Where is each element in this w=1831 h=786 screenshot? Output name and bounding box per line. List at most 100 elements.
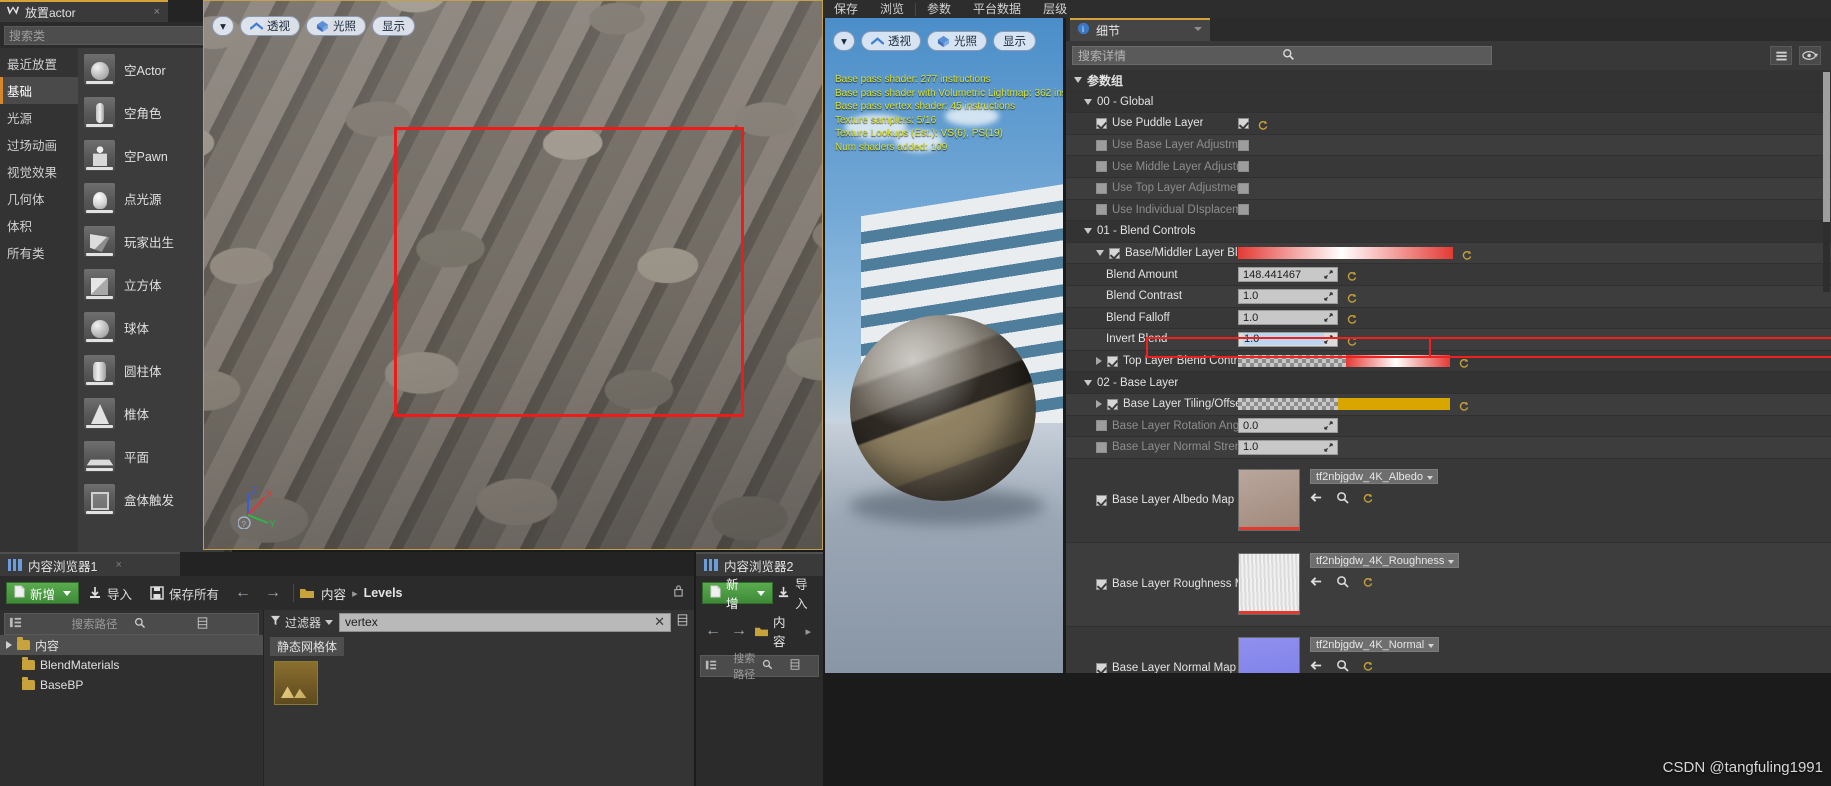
property-value-field[interactable]: 1.0 (1238, 288, 1338, 304)
reset-to-default-icon[interactable] (1362, 575, 1375, 588)
add-new-button[interactable]: 新增 (6, 582, 80, 604)
property-checkbox[interactable] (1096, 204, 1107, 216)
property-checkbox[interactable] (1096, 420, 1107, 432)
browse-asset-icon[interactable] (1336, 659, 1349, 672)
use-selected-asset-icon[interactable] (1310, 575, 1323, 588)
reset-to-default-icon[interactable] (1346, 291, 1357, 303)
nav-forward-button-2[interactable]: → (728, 622, 750, 640)
property-row-use-individual-displacement[interactable]: Use Individual DIsplacement (1066, 200, 1831, 222)
viewport-show-button[interactable]: 显示 (372, 16, 415, 36)
reset-to-default-icon[interactable] (1458, 356, 1469, 368)
add-new-button-2[interactable]: 新增 (702, 578, 773, 611)
menu-item-3[interactable]: 平台数据 (962, 0, 1032, 18)
property-checkbox[interactable] (1096, 578, 1107, 590)
chevron-down-icon[interactable] (756, 590, 765, 596)
chevron-down-icon[interactable] (1448, 560, 1455, 565)
property-row-base-middler-layer-blend-c[interactable]: Base/Middler Layer Blend C (1066, 242, 1831, 265)
chevron-down-icon[interactable] (1427, 476, 1434, 481)
level-viewport[interactable]: Z X Y ? (203, 0, 823, 550)
property-value-field[interactable]: 148.441467 (1238, 267, 1338, 283)
lock-icon[interactable] (673, 584, 684, 602)
details-search-input[interactable]: 搜索详情 (1072, 46, 1492, 65)
property-checkbox[interactable] (1096, 117, 1107, 129)
filter-tag-static-mesh[interactable]: 静态网格体 (270, 637, 345, 656)
property-row-use-puddle-layer[interactable]: Use Puddle Layer (1066, 113, 1831, 135)
property-checkbox[interactable] (1096, 139, 1107, 151)
property-row-blend-amount[interactable]: Blend Amount 148.441467 (1066, 264, 1831, 286)
nav-back-button-2[interactable]: ← (702, 622, 724, 640)
texture-thumbnail[interactable] (1238, 553, 1300, 616)
property-row-base-layer-tiling-offset[interactable]: Base Layer Tiling/Offset (1066, 393, 1831, 416)
spinner-icon[interactable] (1324, 270, 1333, 279)
property-value-field[interactable]: 1.0 (1238, 439, 1338, 455)
import-button-2[interactable]: 导入 (773, 578, 823, 611)
texture-asset-name[interactable]: tf2nbjgdw_4K_Albedo (1310, 469, 1439, 485)
spinner-icon[interactable] (1324, 421, 1333, 430)
property-row-base-layer-normal-strength[interactable]: Base Layer Normal Strength 1.0 (1066, 437, 1831, 459)
tab-content-browser-2[interactable]: 内容浏览器2 (696, 552, 823, 576)
place-actors-search-input[interactable]: 搜索类 (4, 26, 226, 45)
color-swatch[interactable] (1238, 247, 1453, 260)
property-checkbox[interactable] (1096, 182, 1107, 194)
tab-details[interactable]: i 细节 (1070, 18, 1210, 41)
use-selected-asset-icon[interactable] (1310, 659, 1323, 672)
spinner-icon[interactable] (1324, 335, 1333, 344)
path-list-toggle-2[interactable] (790, 659, 814, 673)
chevron-down-icon[interactable] (1428, 644, 1435, 649)
viewport-options-button[interactable]: ▾ (212, 16, 234, 36)
reset-to-default-icon[interactable] (1461, 248, 1472, 260)
property-value-field[interactable]: 0.0 (1238, 418, 1338, 434)
spinner-icon[interactable] (1324, 292, 1333, 301)
group-02-base-layer[interactable]: 02 - Base Layer (1066, 372, 1831, 394)
property-checkbox[interactable] (1107, 398, 1118, 410)
place-category-4[interactable]: 视觉效果 (0, 158, 78, 185)
breadcrumb-root-2[interactable]: 内容 (773, 612, 795, 650)
use-selected-asset-icon[interactable] (1310, 491, 1323, 504)
clear-search-icon[interactable]: ✕ (654, 614, 665, 630)
material-lighting-button[interactable]: 光照 (927, 31, 987, 51)
texture-thumbnail[interactable] (1238, 637, 1300, 673)
texture-asset-name[interactable]: tf2nbjgdw_4K_Roughness (1310, 553, 1460, 569)
details-scrollbar[interactable] (1823, 72, 1830, 292)
place-category-3[interactable]: 过场动画 (0, 131, 78, 158)
menu-item-2[interactable]: 参数 (916, 0, 962, 18)
place-category-5[interactable]: 几何体 (0, 185, 78, 212)
property-value-field[interactable]: 1.0 (1238, 310, 1338, 326)
expander-icon[interactable] (1096, 250, 1104, 257)
asset-view-options-icon[interactable] (677, 613, 688, 631)
spinner-icon[interactable] (1324, 313, 1333, 323)
menu-item-1[interactable]: 浏览 (869, 0, 915, 18)
nav-back-button[interactable]: ← (228, 584, 258, 602)
property-checkbox[interactable] (1096, 161, 1107, 173)
save-all-button[interactable]: 保存所有 (141, 582, 228, 604)
filter-button[interactable]: 过滤器 (270, 614, 334, 631)
material-preview-viewport[interactable]: Base pass shader: 277 instructions Base p… (825, 18, 1063, 673)
property-row-blend-contrast[interactable]: Blend Contrast 1.0 (1066, 285, 1831, 308)
tree-item-0[interactable]: 内容 (0, 635, 263, 655)
property-value-field[interactable]: 1.0 (1238, 331, 1338, 347)
texture-row-base-layer-roughness-map[interactable]: Base Layer Roughness Map tf2nbjgdw_4K_Rou… (1066, 542, 1831, 627)
import-button[interactable]: 导入 (79, 582, 141, 604)
expander-icon[interactable] (1084, 379, 1092, 386)
reset-to-default-icon[interactable] (1346, 334, 1357, 346)
breadcrumb-root[interactable]: 内容 (321, 584, 346, 603)
property-checkbox[interactable] (1107, 355, 1118, 367)
group-01-blend-controls[interactable]: 01 - Blend Controls (1066, 221, 1831, 243)
property-row-top-layer-blend-controls[interactable]: Top Layer Blend Controls (1066, 351, 1831, 373)
property-checkbox[interactable] (1238, 139, 1249, 151)
chevron-down-icon[interactable] (1194, 27, 1202, 31)
tree-item-2[interactable]: BaseBP (0, 675, 263, 695)
property-row-blend-falloff[interactable]: Blend Falloff 1.0 (1066, 308, 1831, 330)
reset-to-default-icon[interactable] (1362, 659, 1375, 672)
reset-to-default-icon[interactable] (1346, 269, 1357, 281)
viewport-perspective-button[interactable]: 透视 (240, 16, 300, 36)
texture-row-base-layer-albedo-map[interactable]: Base Layer Albedo Map tf2nbjgdw_4K_Albedo (1066, 459, 1831, 543)
property-row-use-base-layer-adjustments[interactable]: Use Base Layer Adjustments (1066, 134, 1831, 157)
place-category-1[interactable]: 基础 (0, 77, 78, 104)
property-row-use-top-layer-adjustments[interactable]: Use Top Layer Adjustments (1066, 177, 1831, 200)
reset-to-default-icon[interactable] (1346, 312, 1357, 325)
alpha-swatch[interactable] (1238, 355, 1346, 368)
group-parameter-groups[interactable]: 参数组 (1066, 70, 1831, 92)
property-checkbox[interactable] (1238, 117, 1249, 129)
chevron-down-icon[interactable] (63, 590, 72, 596)
